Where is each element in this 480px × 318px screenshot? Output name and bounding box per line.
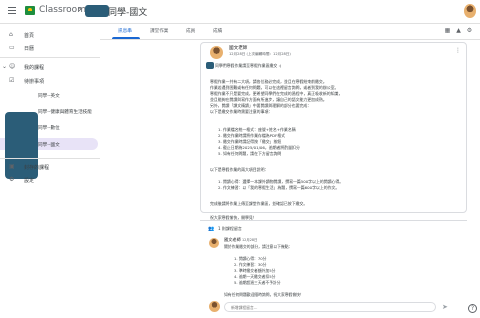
sidebar-item-label: 首頁 — [24, 33, 35, 39]
course-tabs: 訊息串 課堂作業 成員 成績 — [100, 24, 480, 40]
sidebar-item-calendar[interactable]: ▭ 日曆 — [0, 41, 100, 55]
sidebar-course-item[interactable]: 同學--英文 — [0, 89, 98, 101]
post-text-line: 完成後請將作業上傳至課堂作業區，並確認已按下繳交。 — [210, 201, 308, 206]
sidebar-item-settings[interactable]: ⚙ 設定 — [0, 173, 100, 187]
comment-date: 12月28日 — [242, 238, 258, 242]
comment-reply-input[interactable] — [224, 302, 436, 312]
sidebar-item-todo[interactable]: ☑ 待辦事項 — [0, 74, 100, 88]
post-text-line: 5. 如有任何問題，請在下方留言詢問 — [218, 151, 282, 156]
author-avatar — [210, 46, 223, 59]
post-text-line: 2. 作文練習：以「我的寒假生活」為題，撰寫一篇600字以上的作文。 — [218, 185, 340, 190]
course-item-label: 同學--英文 — [38, 94, 60, 99]
comment-icon: 👥 — [208, 226, 215, 232]
redacted-name — [85, 5, 109, 17]
checklist-icon: ☑ — [9, 77, 15, 84]
class-comments: 👥 1 則課程留言 國文老師 12月28日 關於作業繳交的部分，請注意以下幾點：… — [200, 216, 467, 318]
account-avatar[interactable] — [464, 4, 476, 18]
announcement-card: 國文老師 12月28日 (上次編輯時間：12月28日) ⋮ 同學們寒假作業請至寒… — [200, 42, 467, 220]
breadcrumb-separator-icon: › — [78, 4, 82, 15]
tab-stream[interactable]: 訊息串 — [118, 28, 132, 34]
class-comments-header[interactable]: 👥 1 則課程留言 — [200, 220, 467, 234]
breadcrumb-course-title[interactable]: 同學-國文 — [108, 5, 147, 18]
course-item-label: 同學--數位 — [38, 126, 60, 131]
help-icon[interactable]: ? — [468, 304, 477, 313]
comment-text-line: 如有任何問題歡迎隨時詢問，祝大家寒假愉快！ — [224, 292, 304, 297]
sidebar-divider — [0, 158, 100, 159]
post-text-line: 以下是繳交作業時需要注意的事項： — [210, 109, 273, 114]
sidebar-item-label: 待辦事項 — [24, 79, 45, 85]
drive-folder-icon[interactable]: ▲ — [455, 27, 462, 34]
people-icon: ☺ — [9, 63, 16, 70]
top-app-bar: Classroom › 同學-國文 — [0, 0, 480, 24]
comment-text-line: 5. 逾期超過三天者不予計分 — [234, 280, 281, 285]
sidebar-divider — [0, 57, 100, 58]
comments-count: 1 則課程留言 — [218, 226, 242, 231]
sidebar-item-enrolled[interactable]: ⌄ ☺ 我的課程 — [0, 60, 100, 74]
sidebar-item-label: 設定 — [24, 178, 35, 184]
tab-grades[interactable]: 成績 — [213, 28, 222, 34]
post-text-line: 以下是寒假作業的兩大項目說明： — [210, 167, 269, 172]
calendar-icon: ▭ — [9, 44, 15, 51]
send-icon[interactable]: ➤ — [442, 303, 448, 311]
sidebar-item-label: 我的課程 — [24, 65, 45, 71]
more-options-icon[interactable]: ⋮ — [455, 47, 461, 54]
gear-icon: ⚙ — [9, 176, 15, 183]
hamburger-menu-icon[interactable] — [8, 7, 16, 15]
course-item-label: 同學--國文 — [38, 143, 60, 148]
sidebar-item-label: 日曆 — [24, 46, 35, 52]
post-author: 國文老師 — [229, 46, 248, 51]
home-icon: ⌂ — [9, 31, 13, 38]
post-date: 12月28日 (上次編輯時間：12月28日) — [229, 52, 291, 56]
course-item-label: 同學--健康與體育生活技能 — [38, 110, 92, 115]
redacted-name — [206, 62, 214, 69]
calendar-icon[interactable]: ▦ — [444, 27, 451, 34]
comment-text-line: 關於作業繳交的部分，請注意以下幾點： — [224, 244, 293, 249]
archive-icon: ▣ — [9, 163, 15, 170]
chevron-down-icon[interactable]: ⌄ — [2, 64, 8, 70]
sidebar-item-home[interactable]: ⌂ 首頁 — [0, 28, 100, 42]
post-text-line: 同學們寒假作業請至寒假作業區繳交 :) — [215, 63, 282, 68]
active-tab-indicator — [112, 37, 140, 39]
settings-icon[interactable]: ⚙ — [466, 27, 473, 34]
comment-avatar — [209, 238, 219, 248]
sidebar: ⌂ 首頁 ▭ 日曆 ⌄ ☺ 我的課程 ☑ 待辦事項 同學--英文 同學--健康與… — [0, 24, 100, 318]
sidebar-item-label: 封存的課程 — [24, 165, 50, 171]
user-avatar — [209, 301, 220, 312]
classroom-logo-icon[interactable] — [25, 6, 35, 15]
tab-classwork[interactable]: 課堂作業 — [150, 28, 168, 34]
tab-people[interactable]: 成員 — [186, 28, 195, 34]
sidebar-item-archived[interactable]: ▣ 封存的課程 — [0, 160, 100, 174]
comment-author: 國文老師 — [224, 237, 241, 242]
